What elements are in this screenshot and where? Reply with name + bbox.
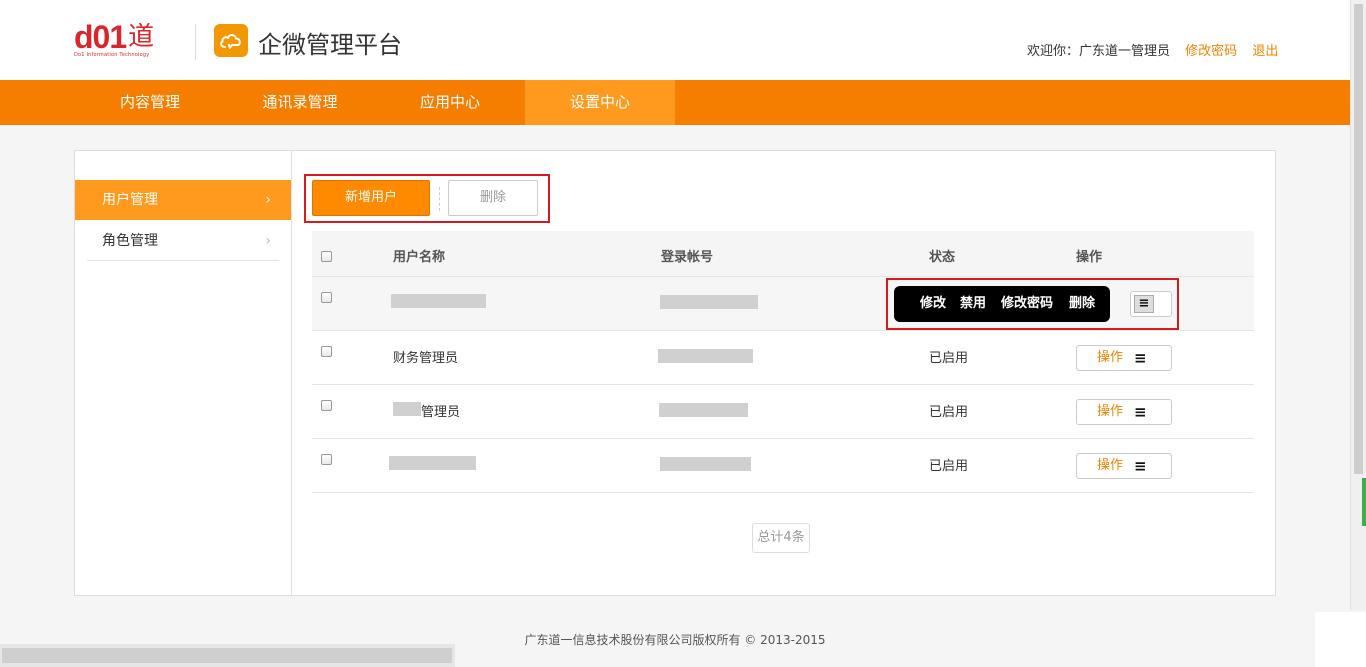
action-button-label: 操作 (1097, 458, 1124, 473)
username-cell: 管理员 (421, 405, 461, 420)
menu-icon: ≡ (1134, 457, 1147, 475)
table-row[interactable]: 财务管理员 已启用 操作 ≡ (312, 331, 1254, 385)
nav-settings-center[interactable]: 设置中心 (525, 80, 675, 125)
table-row[interactable]: 管理员 已启用 操作 ≡ (312, 385, 1254, 439)
side-tab[interactable] (1362, 478, 1366, 526)
menu-icon: ≡ (1134, 403, 1147, 421)
sidebar: 用户管理 › 角色管理 › (75, 151, 292, 595)
logo-dao: 道 (128, 22, 155, 52)
change-password-link[interactable]: 修改密码 (1185, 44, 1237, 59)
redacted-account (660, 457, 751, 471)
horizontal-scrollbar-thumb[interactable] (2, 648, 452, 663)
action-button[interactable]: 操作 ≡ (1076, 453, 1172, 479)
cloud-icon (214, 24, 248, 57)
column-header-actions: 操作 (1076, 250, 1103, 265)
action-button[interactable]: 操作 ≡ (1076, 345, 1172, 371)
header: d01道 Do1 Information Technology 企微管理平台 欢… (0, 0, 1350, 80)
sidebar-item-label: 角色管理 (102, 233, 158, 249)
logo-subtitle: Do1 Information Technology (74, 52, 150, 58)
main-nav: 内容管理 通讯录管理 应用中心 设置中心 (0, 80, 1350, 125)
status-cell: 已启用 (929, 351, 969, 366)
row-checkbox[interactable] (321, 454, 332, 465)
row-checkbox[interactable] (321, 400, 332, 411)
table-header: 用户名称 登录帐号 状态 操作 (312, 231, 1254, 277)
column-header-login-account: 登录帐号 (661, 250, 714, 265)
company-logo[interactable]: d01道 Do1 Information Technology (74, 19, 184, 60)
logo-mark: d01 (74, 19, 127, 55)
action-button-label: 操作 (1097, 350, 1124, 365)
table-row[interactable]: 修改 禁用 修改密码 删除 ≡ (312, 277, 1254, 331)
horizontal-scrollbar[interactable] (0, 644, 455, 667)
welcome-text: 欢迎你：广东道一管理员 (1027, 44, 1171, 59)
delete-button[interactable]: 删除 (448, 180, 538, 216)
redacted-account (659, 403, 748, 417)
nav-contacts-management[interactable]: 通讯录管理 (225, 80, 375, 125)
corner-area (1315, 612, 1366, 667)
platform-title: 企微管理平台 (258, 31, 402, 59)
redacted-account (658, 349, 753, 363)
highlight-box-actions (886, 278, 1179, 330)
select-all-checkbox[interactable] (321, 251, 332, 262)
status-cell: 已启用 (929, 459, 969, 474)
menu-icon: ≡ (1134, 349, 1147, 367)
table-row[interactable]: 已启用 操作 ≡ (312, 439, 1254, 493)
sidebar-item-user-management[interactable]: 用户管理 › (75, 180, 291, 220)
redacted-username (391, 294, 486, 308)
brand-divider (195, 24, 196, 60)
status-cell: 已启用 (929, 405, 969, 420)
sidebar-item-label: 用户管理 (102, 192, 158, 208)
redacted-account (660, 295, 758, 309)
main-panel: 用户管理 › 角色管理 › 新增用户 删除 用户名称 登录帐号 状态 操作 修改… (74, 150, 1276, 596)
redacted-username (389, 456, 476, 470)
nav-content-management[interactable]: 内容管理 (75, 80, 225, 125)
chevron-right-icon: › (265, 233, 271, 249)
add-user-button[interactable]: 新增用户 (312, 180, 430, 216)
column-header-status: 状态 (929, 250, 956, 265)
redacted-username-prefix (393, 402, 421, 416)
nav-app-center[interactable]: 应用中心 (375, 80, 525, 125)
row-checkbox[interactable] (321, 292, 332, 303)
column-header-username: 用户名称 (393, 250, 446, 265)
total-count: 总计4条 (752, 523, 810, 553)
action-button-label: 操作 (1097, 404, 1124, 419)
sidebar-item-role-management[interactable]: 角色管理 › (87, 221, 279, 261)
logout-link[interactable]: 退出 (1252, 44, 1278, 59)
username-cell: 财务管理员 (393, 351, 459, 366)
toolbar-divider (439, 187, 440, 211)
row-checkbox[interactable] (321, 346, 332, 357)
vertical-scrollbar-thumb[interactable] (1354, 4, 1363, 474)
action-button[interactable]: 操作 ≡ (1076, 399, 1172, 425)
chevron-right-icon: › (265, 192, 271, 208)
user-area: 欢迎你：广东道一管理员 修改密码 退出 (1027, 40, 1278, 59)
